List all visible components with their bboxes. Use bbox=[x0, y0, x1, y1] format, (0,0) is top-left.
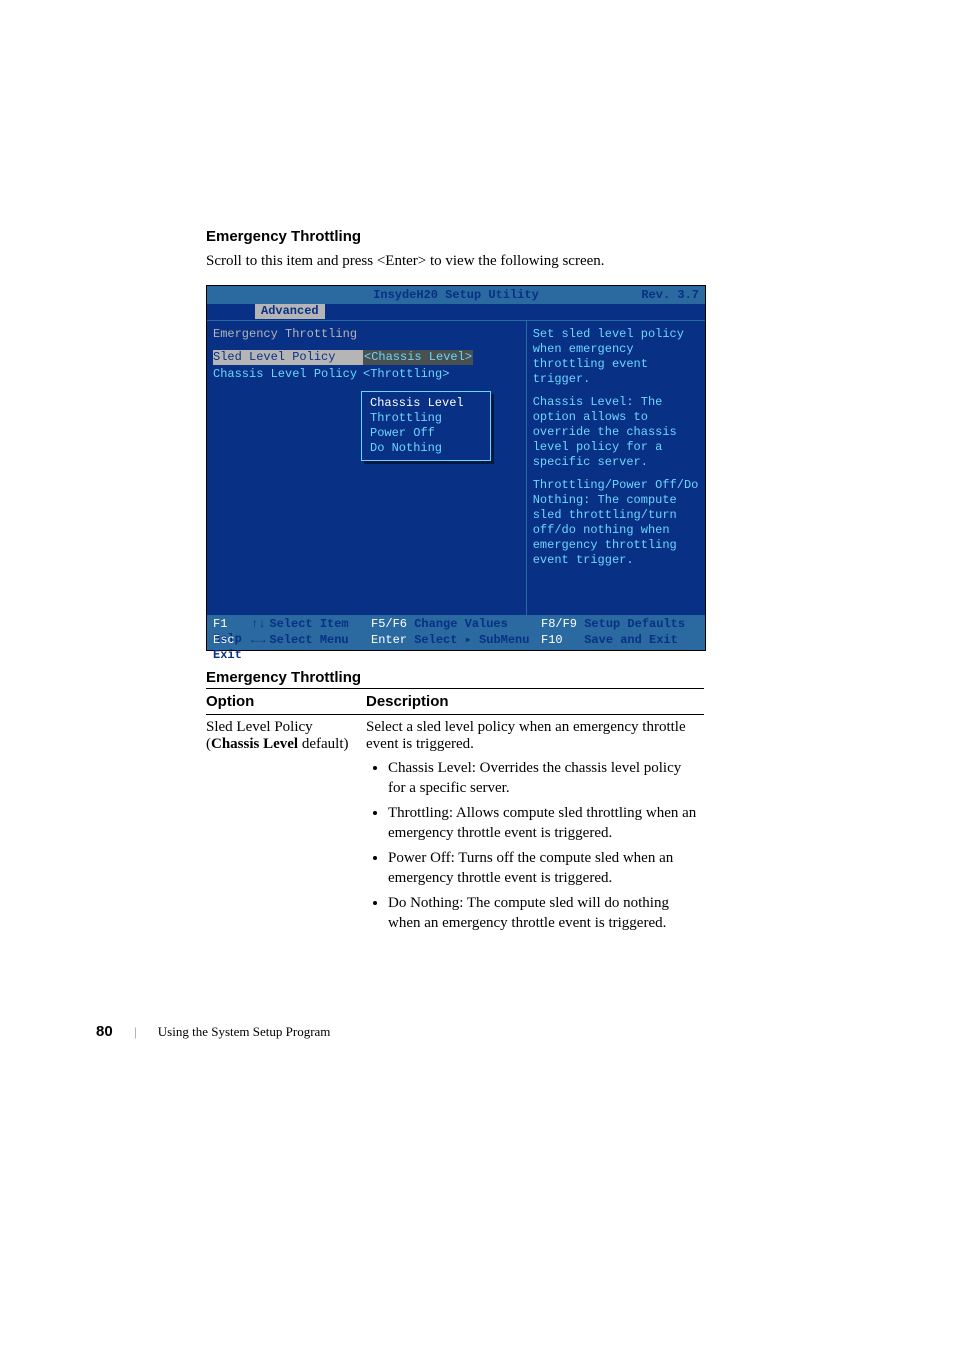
bios-help-panel: Set sled level policy when emergency thr… bbox=[526, 321, 705, 615]
description-bullets: Chassis Level: Overrides the chassis lev… bbox=[366, 759, 698, 933]
document-page: Emergency Throttling Scroll to this item… bbox=[0, 0, 954, 1100]
dropdown-sled-level-policy[interactable]: Chassis Level Throttling Power Off Do No… bbox=[361, 391, 491, 461]
tab-advanced[interactable]: Advanced bbox=[255, 304, 325, 319]
description-header: Select a sled level policy when an emerg… bbox=[366, 719, 686, 752]
page-number: 80 bbox=[96, 1023, 113, 1040]
label-select-item: Select Item bbox=[269, 617, 348, 631]
bios-main-area: Emergency Throttling Sled Level Policy <… bbox=[207, 320, 705, 616]
help-paragraph: Chassis Level: The option allows to over… bbox=[533, 395, 699, 470]
help-paragraph: Set sled level policy when emergency thr… bbox=[533, 327, 699, 387]
key-f8f9: F8/F9 bbox=[541, 617, 577, 631]
list-item: Power Off: Turns off the compute sled wh… bbox=[388, 849, 698, 888]
setting-value[interactable]: <Throttling> bbox=[363, 367, 449, 382]
bios-revision: Rev. 3.7 bbox=[641, 288, 699, 303]
description-cell: Select a sled level policy when an emerg… bbox=[366, 715, 704, 944]
dropdown-option[interactable]: Chassis Level bbox=[370, 396, 480, 411]
option-name: Sled Level Policy bbox=[206, 719, 313, 735]
label-save-exit: Save and Exit bbox=[584, 633, 678, 647]
dropdown-option[interactable]: Do Nothing bbox=[370, 441, 480, 456]
bios-settings-panel: Emergency Throttling Sled Level Policy <… bbox=[207, 321, 526, 615]
list-item: Do Nothing: The compute sled will do not… bbox=[388, 894, 698, 933]
bios-title: InsydeH20 Setup Utility bbox=[373, 288, 539, 303]
table-row: Sled Level Policy (Chassis Level default… bbox=[206, 715, 704, 944]
bios-titlebar: InsydeH20 Setup Utility Rev. 3.7 bbox=[207, 286, 705, 304]
footer-separator: | bbox=[134, 1024, 137, 1039]
option-cell: Sled Level Policy (Chassis Level default… bbox=[206, 715, 366, 944]
key-updown: Select Item bbox=[251, 617, 371, 633]
page-footer: 80 | Using the System Setup Program bbox=[96, 1023, 824, 1040]
list-item: Throttling: Allows compute sled throttli… bbox=[388, 804, 698, 843]
label-enter-submenu: Select ▸ SubMenu bbox=[414, 633, 529, 647]
setting-row-chassis-level-policy[interactable]: Chassis Level Policy <Throttling> bbox=[213, 367, 520, 382]
bios-footer: F1 Help Select Item F5/F6 Change Values … bbox=[207, 616, 705, 650]
key-f10: F10 bbox=[541, 633, 563, 647]
col-header-description: Description bbox=[366, 689, 704, 715]
key-esc: Esc bbox=[213, 633, 235, 647]
setting-label: Sled Level Policy bbox=[213, 350, 363, 365]
setting-row-sled-level-policy[interactable]: Sled Level Policy <Chassis Level> bbox=[213, 350, 520, 365]
help-paragraph: Throttling/Power Off/Do Nothing: The com… bbox=[533, 478, 699, 568]
col-header-option: Option bbox=[206, 689, 366, 715]
list-item: Chassis Level: Overrides the chassis lev… bbox=[388, 759, 698, 798]
table-title: Emergency Throttling bbox=[206, 669, 824, 686]
bios-tabbar: Advanced bbox=[207, 304, 705, 320]
setting-label: Chassis Level Policy bbox=[213, 367, 363, 382]
key-leftright: Select Menu bbox=[251, 633, 371, 649]
label-change-values: Change Values bbox=[414, 617, 508, 631]
options-table: Option Description Sled Level Policy (Ch… bbox=[206, 688, 704, 943]
label-select-menu: Select Menu bbox=[269, 633, 348, 647]
label-exit: Exit bbox=[213, 648, 242, 662]
dropdown-option[interactable]: Power Off bbox=[370, 426, 480, 441]
label-setup-defaults: Setup Defaults bbox=[584, 617, 685, 631]
key-f1: F1 bbox=[213, 617, 227, 631]
key-enter: Enter bbox=[371, 633, 407, 647]
setting-value[interactable]: <Chassis Level> bbox=[363, 350, 473, 365]
bios-screenshot: InsydeH20 Setup Utility Rev. 3.7 Advance… bbox=[206, 285, 706, 651]
intro-text: Scroll to this item and press <Enter> to… bbox=[206, 251, 824, 271]
bios-group-label: Emergency Throttling bbox=[213, 327, 520, 342]
key-f5f6: F5/F6 bbox=[371, 617, 407, 631]
chapter-name: Using the System Setup Program bbox=[158, 1024, 331, 1039]
section-heading: Emergency Throttling bbox=[206, 228, 824, 245]
dropdown-option[interactable]: Throttling bbox=[370, 411, 480, 426]
